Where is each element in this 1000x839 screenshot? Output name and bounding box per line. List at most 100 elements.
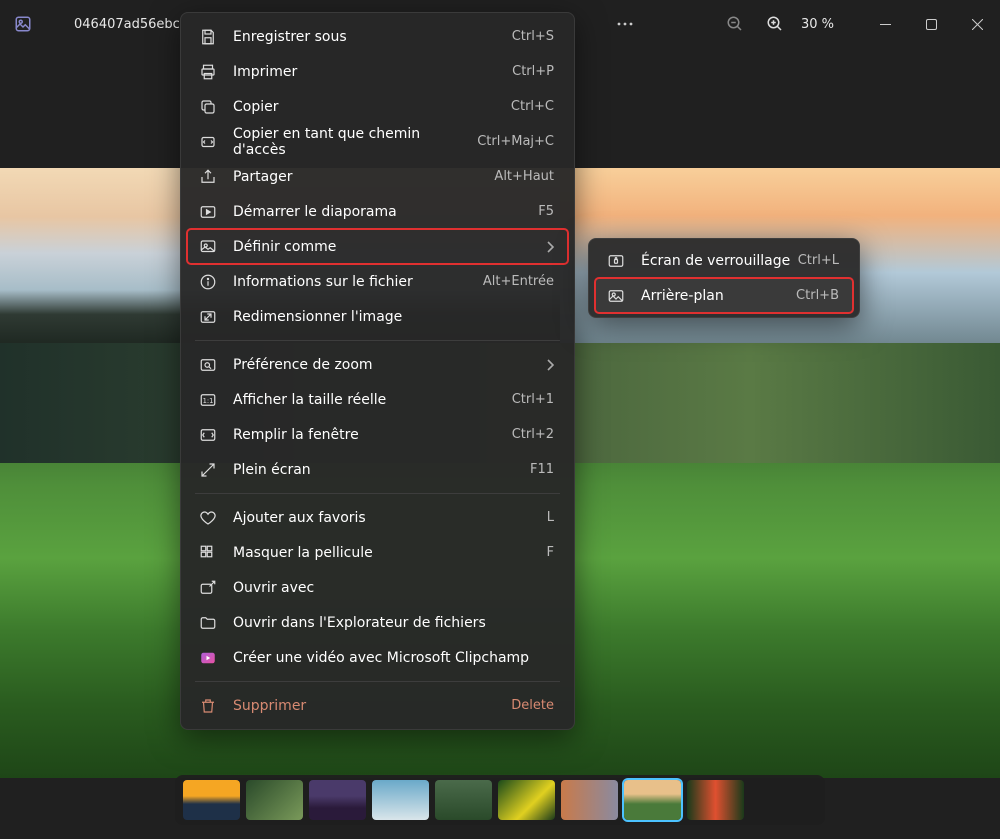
separator xyxy=(195,681,560,682)
submenu-label: Écran de verrouillage xyxy=(641,253,798,269)
menu-resize[interactable]: Redimensionner l'image xyxy=(187,299,568,334)
chevron-right-icon xyxy=(546,359,554,371)
menu-print[interactable]: Imprimer Ctrl+P xyxy=(187,54,568,89)
thumbnail[interactable] xyxy=(624,780,681,820)
app-icon xyxy=(0,15,46,33)
lockscreen-icon xyxy=(605,250,627,272)
menu-label: Copier en tant que chemin d'accès xyxy=(233,126,477,158)
menu-set-as[interactable]: Définir comme xyxy=(187,229,568,264)
menu-label: Plein écran xyxy=(233,462,530,478)
shortcut: Ctrl+P xyxy=(512,64,554,79)
zoom-value[interactable]: 30 % xyxy=(801,17,834,32)
menu-label: Préférence de zoom xyxy=(233,357,546,373)
menu-open-explorer[interactable]: Ouvrir dans l'Explorateur de fichiers xyxy=(187,605,568,640)
set-as-icon xyxy=(197,236,219,258)
svg-text:1:1: 1:1 xyxy=(203,397,214,405)
menu-label: Ouvrir avec xyxy=(233,580,554,596)
menu-label: Copier xyxy=(233,99,511,115)
menu-label: Imprimer xyxy=(233,64,512,80)
thumbnail[interactable] xyxy=(372,780,429,820)
shortcut: Delete xyxy=(511,698,554,713)
shortcut: Alt+Entrée xyxy=(483,274,554,289)
thumbnail[interactable] xyxy=(561,780,618,820)
shortcut: Ctrl+2 xyxy=(512,427,554,442)
zoom-in-button[interactable] xyxy=(755,4,795,44)
menu-share[interactable]: Partager Alt+Haut xyxy=(187,159,568,194)
minimize-button[interactable] xyxy=(862,5,908,43)
menu-label: Masquer la pellicule xyxy=(233,545,547,561)
menu-actual-size[interactable]: 1:1 Afficher la taille réelle Ctrl+1 xyxy=(187,382,568,417)
menu-hide-filmstrip[interactable]: Masquer la pellicule F xyxy=(187,535,568,570)
shortcut: F5 xyxy=(538,204,554,219)
close-button[interactable] xyxy=(954,5,1000,43)
menu-label: Supprimer xyxy=(233,698,511,714)
play-icon xyxy=(197,201,219,223)
menu-fullscreen[interactable]: Plein écran F11 xyxy=(187,452,568,487)
print-icon xyxy=(197,61,219,83)
menu-clipchamp[interactable]: Créer une vidéo avec Microsoft Clipchamp xyxy=(187,640,568,675)
menu-label: Afficher la taille réelle xyxy=(233,392,512,408)
wallpaper-icon xyxy=(605,285,627,307)
share-icon xyxy=(197,166,219,188)
set-as-submenu: Écran de verrouillage Ctrl+L Arrière-pla… xyxy=(588,238,860,318)
heart-icon xyxy=(197,507,219,529)
menu-slideshow[interactable]: Démarrer le diaporama F5 xyxy=(187,194,568,229)
menu-file-info[interactable]: Informations sur le fichier Alt+Entrée xyxy=(187,264,568,299)
shortcut: Ctrl+1 xyxy=(512,392,554,407)
submenu-label: Arrière-plan xyxy=(641,288,796,304)
menu-label: Ajouter aux favoris xyxy=(233,510,547,526)
separator xyxy=(195,340,560,341)
trash-icon xyxy=(197,695,219,717)
shortcut: Ctrl+S xyxy=(512,29,554,44)
clipchamp-icon xyxy=(197,647,219,669)
thumbnail[interactable] xyxy=(183,780,240,820)
menu-label: Partager xyxy=(233,169,494,185)
menu-label: Créer une vidéo avec Microsoft Clipchamp xyxy=(233,650,554,666)
copy-path-icon xyxy=(197,131,219,153)
filename: 046407ad56ebc xyxy=(74,17,180,32)
submenu-lockscreen[interactable]: Écran de verrouillage Ctrl+L xyxy=(595,243,853,278)
copy-icon xyxy=(197,96,219,118)
menu-delete[interactable]: Supprimer Delete xyxy=(187,688,568,723)
menu-label: Ouvrir dans l'Explorateur de fichiers xyxy=(233,615,554,631)
shortcut: L xyxy=(547,510,554,525)
shortcut: F xyxy=(547,545,554,560)
context-menu: Enregistrer sous Ctrl+S Imprimer Ctrl+P … xyxy=(180,12,575,730)
fullscreen-icon xyxy=(197,459,219,481)
menu-label: Remplir la fenêtre xyxy=(233,427,512,443)
save-icon xyxy=(197,26,219,48)
submenu-background[interactable]: Arrière-plan Ctrl+B xyxy=(595,278,853,313)
shortcut: F11 xyxy=(530,462,554,477)
filmstrip-icon xyxy=(197,542,219,564)
menu-fill-window[interactable]: Remplir la fenêtre Ctrl+2 xyxy=(187,417,568,452)
menu-copy-path[interactable]: Copier en tant que chemin d'accès Ctrl+M… xyxy=(187,124,568,159)
info-icon xyxy=(197,271,219,293)
thumbnail[interactable] xyxy=(246,780,303,820)
fill-window-icon xyxy=(197,424,219,446)
thumbnail[interactable] xyxy=(687,780,744,820)
zoom-icon xyxy=(197,354,219,376)
menu-save-as[interactable]: Enregistrer sous Ctrl+S xyxy=(187,19,568,54)
menu-copy[interactable]: Copier Ctrl+C xyxy=(187,89,568,124)
maximize-button[interactable] xyxy=(908,5,954,43)
menu-open-with[interactable]: Ouvrir avec xyxy=(187,570,568,605)
zoom-out-button[interactable] xyxy=(715,4,755,44)
menu-label: Redimensionner l'image xyxy=(233,309,554,325)
shortcut: Ctrl+C xyxy=(511,99,554,114)
shortcut: Ctrl+Maj+C xyxy=(477,134,554,149)
more-button[interactable] xyxy=(605,4,645,44)
thumbnail[interactable] xyxy=(309,780,366,820)
menu-label: Démarrer le diaporama xyxy=(233,204,538,220)
shortcut: Ctrl+B xyxy=(796,288,839,303)
menu-label: Enregistrer sous xyxy=(233,29,512,45)
thumbnail[interactable] xyxy=(435,780,492,820)
shortcut: Alt+Haut xyxy=(494,169,554,184)
menu-zoom-pref[interactable]: Préférence de zoom xyxy=(187,347,568,382)
shortcut: Ctrl+L xyxy=(798,253,839,268)
filmstrip[interactable] xyxy=(175,775,825,825)
menu-favorite[interactable]: Ajouter aux favoris L xyxy=(187,500,568,535)
open-with-icon xyxy=(197,577,219,599)
thumbnail[interactable] xyxy=(498,780,555,820)
separator xyxy=(195,493,560,494)
resize-icon xyxy=(197,306,219,328)
